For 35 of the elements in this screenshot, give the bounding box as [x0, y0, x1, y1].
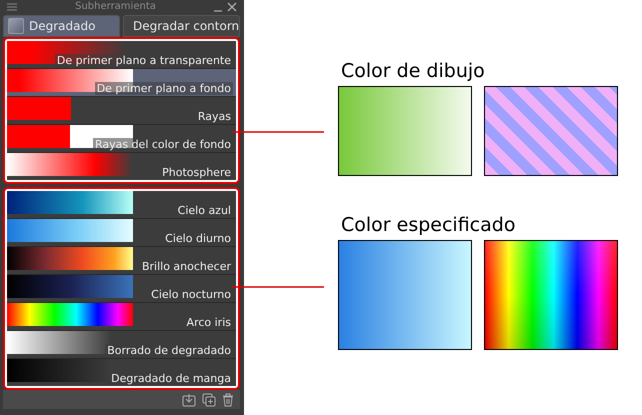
gradient-name: Arco iris [184, 316, 233, 330]
duplicate-icon[interactable] [202, 392, 216, 407]
gradient-item[interactable]: Cielo azul [7, 191, 236, 220]
gradient-name: Cielo nocturno [149, 288, 233, 302]
menu-icon[interactable] [6, 2, 18, 12]
import-icon[interactable] [182, 392, 196, 407]
gradient-item[interactable]: Degradado de manga [7, 359, 236, 386]
gradient-name: Borrado de degradado [105, 344, 233, 358]
section-title: Color especificado [341, 214, 516, 236]
gradient-name: De primer plano a transparente [54, 54, 233, 68]
gradient-item[interactable]: Cielo nocturno [7, 275, 236, 304]
gradient-item[interactable]: Borrado de degradado [7, 331, 236, 360]
tool-tab[interactable]: Degradado [3, 15, 120, 38]
gradient-item[interactable]: De primer plano a fondo [7, 69, 236, 98]
trash-icon[interactable] [222, 392, 234, 407]
gradient-item[interactable]: Photosphere [7, 153, 236, 180]
gradient-name: Degradado de manga [109, 372, 233, 386]
panel-title: Subherramienta [74, 1, 157, 12]
gradient-preview [7, 97, 71, 120]
gradient-name: Rayas del color de fondo [92, 138, 233, 152]
gradient-name: Cielo azul [176, 204, 233, 218]
gradient-item[interactable]: Rayas [7, 97, 236, 126]
gradient-item[interactable]: Brillo anochecer [7, 247, 236, 276]
gradient-name: Rayas [196, 110, 233, 124]
gradient-item[interactable]: Rayas del color de fondo [7, 125, 236, 154]
gradient-item[interactable]: De primer plano a transparente [7, 41, 236, 70]
window-controls-icon[interactable] [213, 2, 237, 12]
gradient-item[interactable]: Cielo diurno [7, 219, 236, 248]
gradient-name: Cielo diurno [163, 232, 233, 246]
gradient-name: Photosphere [160, 166, 233, 180]
gradient-name: De primer plano a fondo [94, 82, 233, 96]
section-title: Color de dibujo [341, 60, 486, 82]
tool-tab[interactable]: Degradar contorn [123, 15, 240, 38]
gradient-item[interactable]: Arco iris [7, 303, 236, 332]
gradient-icon [8, 18, 24, 34]
